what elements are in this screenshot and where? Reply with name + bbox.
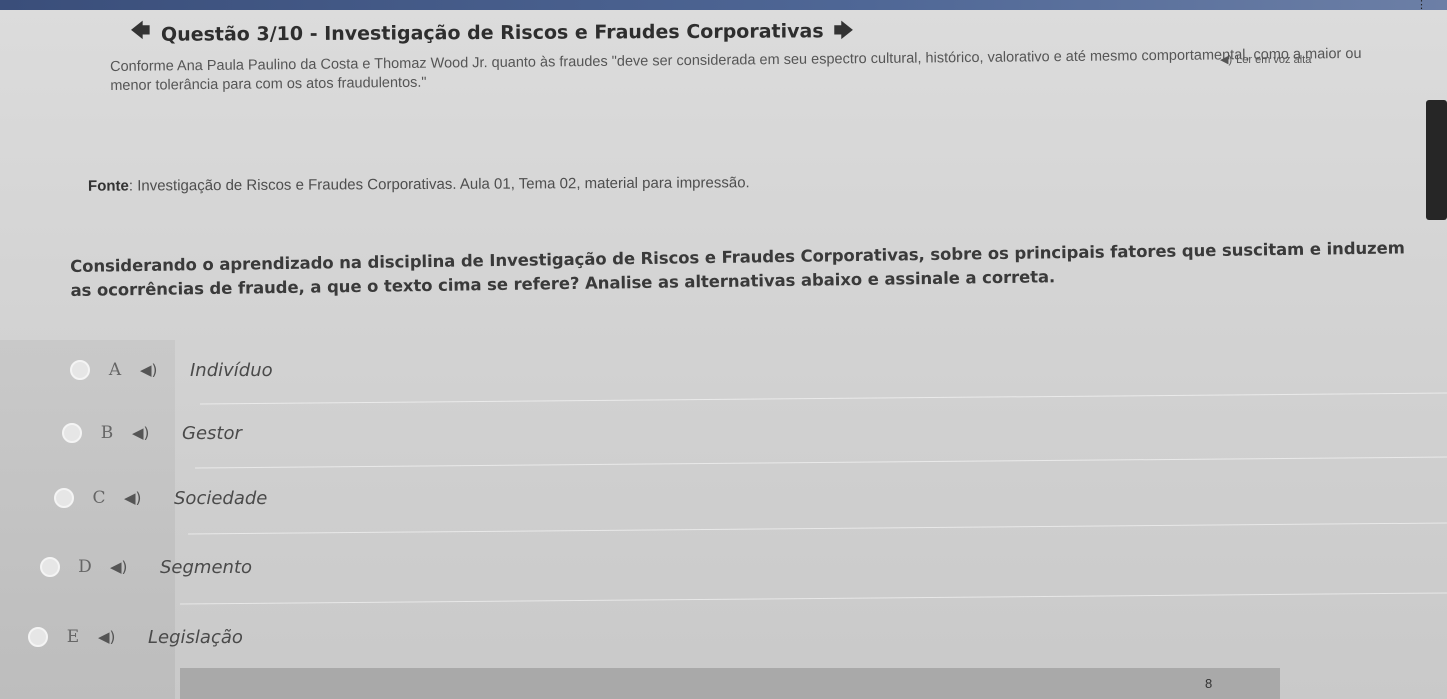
option-letter: B (100, 423, 114, 443)
option-text: Gestor (182, 422, 242, 444)
option-d[interactable]: D ◀) Segmento (40, 547, 252, 587)
browser-top-bar (0, 0, 1447, 10)
source-label: Fonte (87, 177, 129, 195)
arrow-left-icon[interactable]: 🡄 (130, 16, 151, 50)
window-controls: ⋮ (1416, 0, 1427, 11)
question-context-paragraph: Conforme Ana Paula Paulino da Costa e Th… (110, 45, 1362, 94)
question-title: Questão 3/10 - Investigação de Riscos e … (160, 20, 824, 46)
option-letter: E (66, 627, 80, 647)
source-citation: Fonte: Investigação de Riscos e Fraudes … (88, 174, 750, 194)
speaker-icon[interactable]: ◀) (140, 361, 190, 379)
divider (180, 592, 1447, 605)
question-header: 🡄 Questão 3/10 - Investigação de Riscos … (130, 16, 854, 50)
radio-button[interactable] (62, 423, 82, 443)
option-c[interactable]: C ◀) Sociedade (54, 478, 267, 518)
arrow-right-icon[interactable]: 🡆 (833, 16, 854, 50)
option-a[interactable]: A ◀) Indivíduo (70, 350, 273, 390)
option-e[interactable]: E ◀) Legislação (28, 617, 243, 657)
speaker-icon[interactable]: ◀) (110, 558, 160, 576)
divider (195, 456, 1447, 469)
radio-button[interactable] (54, 488, 74, 508)
radio-button[interactable] (70, 360, 90, 380)
divider (188, 522, 1447, 535)
page-number: 8 (1205, 676, 1213, 691)
option-b[interactable]: B ◀) Gestor (62, 413, 242, 453)
divider (200, 392, 1447, 405)
option-letter: D (78, 557, 92, 577)
source-text: : Investigação de Riscos e Fraudes Corpo… (128, 174, 750, 195)
speaker-icon[interactable]: ◀) (124, 489, 174, 507)
bottom-navigation-bar (180, 668, 1280, 699)
radio-button[interactable] (28, 627, 48, 647)
option-letter: A (108, 360, 122, 380)
option-text: Segmento (160, 556, 253, 578)
option-text: Indivíduo (190, 359, 273, 381)
option-letter: C (92, 488, 106, 508)
radio-button[interactable] (40, 557, 60, 577)
option-text: Legislação (148, 626, 243, 648)
menu-dots-icon[interactable]: ⋮ (1416, 0, 1427, 11)
speaker-icon[interactable]: ◀) (132, 424, 182, 442)
question-prompt: Considerando o aprendizado na disciplina… (70, 238, 1405, 300)
scrollbar-thumb[interactable] (1426, 100, 1447, 220)
speaker-icon[interactable]: ◀) (98, 628, 148, 646)
option-text: Sociedade (174, 487, 268, 509)
